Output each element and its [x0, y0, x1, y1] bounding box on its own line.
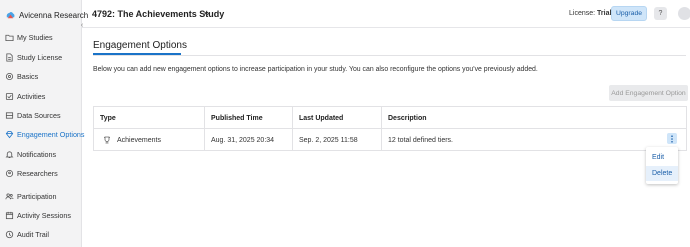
sidebar-item-label: Data Sources: [17, 110, 61, 120]
document-icon: [5, 52, 14, 62]
sidebar-item-label: Audit Trail: [17, 229, 49, 239]
app-name: Avicenna Research: [19, 10, 89, 20]
sidebar-item-label: My Studies: [17, 32, 53, 42]
brand[interactable]: Avicenna Research: [5, 9, 88, 21]
activity-icon: [5, 92, 14, 101]
divider: [93, 55, 686, 56]
menu-item-delete[interactable]: Delete: [646, 166, 678, 181]
avicenna-logo-icon: [6, 11, 15, 18]
sidebar-item-label: Engagement Options: [17, 129, 85, 139]
trophy-icon: [104, 136, 110, 144]
diamond-icon: [5, 130, 14, 139]
page-title: Engagement Options: [93, 40, 187, 51]
help-button[interactable]: ?: [654, 7, 667, 20]
chevron-down-icon[interactable]: [203, 10, 211, 18]
sidebar-item-participation[interactable]: Participation: [0, 188, 81, 204]
row-actions-menu: Edit Delete: [646, 147, 678, 184]
column-header-description: Description: [388, 114, 427, 122]
sidebar-item-audit-trail[interactable]: Audit Trail: [0, 226, 81, 242]
sidebar-item-data-sources[interactable]: Data Sources: [0, 107, 81, 123]
sidebar-item-label: Activity Sessions: [17, 210, 71, 220]
data-icon: [5, 111, 14, 120]
table-cell-type: Achievements: [103, 129, 161, 151]
clock-icon: [5, 230, 14, 239]
sidebar-item-study-license[interactable]: Study License: [0, 49, 81, 65]
divider: [292, 107, 293, 150]
sidebar-item-researchers[interactable]: Researchers: [0, 165, 81, 181]
engagement-options-table: Type Published Time Last Updated Descrip…: [93, 106, 687, 151]
calendar-icon: [5, 211, 14, 220]
sidebar-item-label: Notifications: [17, 149, 57, 159]
people-icon: [5, 192, 14, 201]
sidebar-item-label: Basics: [17, 71, 39, 81]
divider: [204, 107, 205, 150]
bell-icon: [5, 150, 14, 159]
license-value: Trial: [597, 10, 612, 17]
top-bar: 4792: The Achievements Study License: Tr…: [82, 0, 690, 28]
column-header-last-updated: Last Updated: [299, 114, 344, 122]
column-header-published-time: Published Time: [211, 114, 263, 122]
sidebar-item-label: Researchers: [17, 168, 58, 178]
table-cell-updated: Sep. 2, 2025 11:58: [299, 136, 358, 144]
sidebar-item-my-studies[interactable]: My Studies: [0, 29, 81, 45]
sidebar-item-label: Study License: [17, 52, 63, 62]
sidebar-item-activity-sessions[interactable]: Activity Sessions: [0, 207, 81, 223]
intro-text: Below you can add new engagement options…: [93, 66, 538, 73]
license-status: License: Trial: [569, 10, 611, 17]
avatar[interactable]: [678, 7, 690, 20]
sidebar-item-label: Participation: [17, 191, 57, 201]
divider: [381, 107, 382, 150]
row-actions-button[interactable]: [667, 133, 677, 144]
gear-people-icon: [5, 169, 14, 178]
row-type-label: Achievements: [117, 136, 161, 144]
sidebar-item-basics[interactable]: Basics: [0, 68, 81, 84]
more-vertical-icon: [671, 134, 673, 143]
upgrade-button[interactable]: Upgrade: [611, 6, 647, 21]
license-prefix: License:: [569, 10, 596, 17]
sidebar: Avicenna Research ‹ My Studies Study Lic…: [0, 0, 88, 247]
add-engagement-option-button[interactable]: Add Engagement Option: [609, 85, 688, 101]
sidebar-item-notifications[interactable]: Notifications: [0, 146, 81, 162]
table-cell-published: Aug. 31, 2025 20:34: [211, 136, 275, 144]
menu-item-edit[interactable]: Edit: [646, 150, 678, 165]
gear-icon: [5, 72, 14, 81]
column-header-type: Type: [100, 114, 116, 122]
sidebar-item-engagement-options[interactable]: Engagement Options: [0, 126, 85, 142]
table-cell-description: 12 total defined tiers.: [388, 136, 453, 144]
folder-icon: [5, 33, 14, 42]
sidebar-item-label: Activities: [17, 91, 46, 101]
sidebar-item-activities[interactable]: Activities: [0, 88, 81, 104]
